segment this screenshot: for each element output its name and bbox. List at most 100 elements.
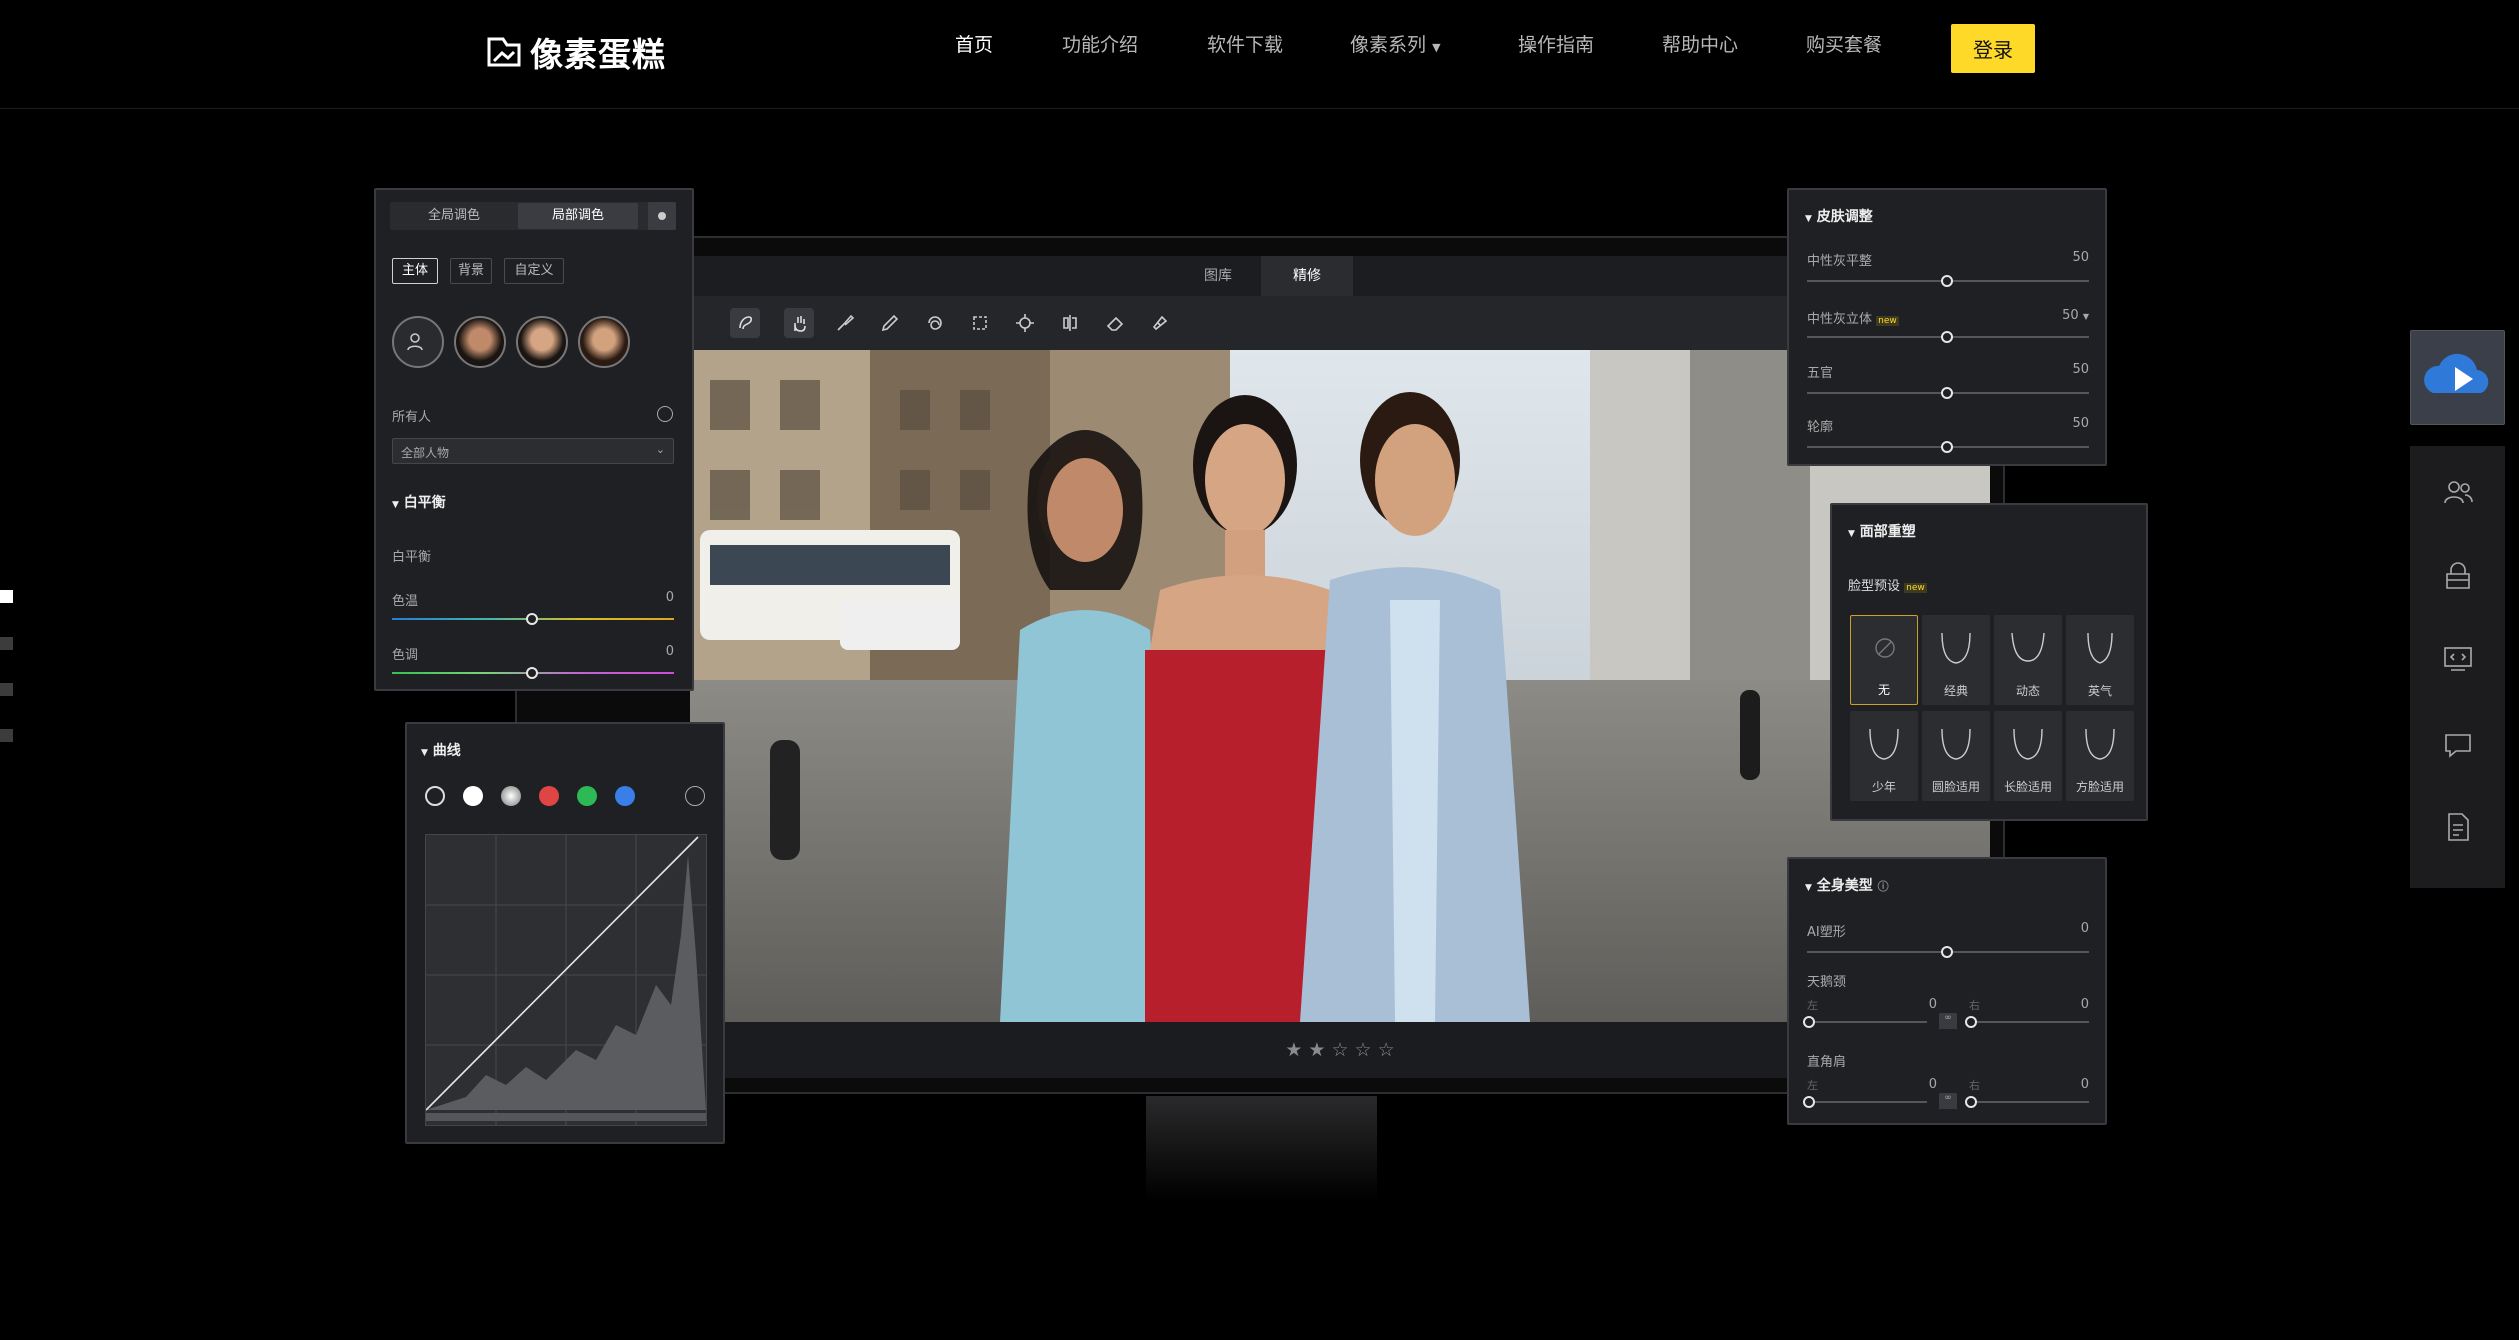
ai-shape-knob[interactable] [1941, 946, 1953, 958]
page-dot-2[interactable] [0, 637, 13, 650]
shoulder-right-knob[interactable] [1965, 1096, 1977, 1108]
users-icon[interactable] [2441, 476, 2475, 510]
lasso-tool-icon[interactable] [730, 308, 760, 338]
curve-title[interactable]: ▼ 曲线 [421, 740, 461, 760]
people-label: 所有人 [392, 410, 432, 425]
star-3[interactable]: ☆ [1331, 1039, 1348, 1061]
login-button[interactable]: 登录 [1951, 24, 2035, 73]
skin-title[interactable]: ▼ 皮肤调整 [1805, 206, 1873, 226]
curve-white-dot[interactable] [463, 786, 483, 806]
new-badge: new [1876, 316, 1899, 326]
skin-adjust-panel: ▼ 皮肤调整 中性灰平整 50 中性灰立体 new 50 ▼ 五官 50 轮廓 … [1787, 188, 2107, 466]
shoulder-left-knob[interactable] [1803, 1096, 1815, 1108]
skin-knob-3[interactable] [1941, 387, 1953, 399]
star-1[interactable]: ★ [1285, 1039, 1302, 1061]
shoulder-right-slider[interactable] [1969, 1101, 2089, 1103]
temp-slider-knob[interactable] [526, 613, 538, 625]
link-icon[interactable]: ∞ [1939, 1093, 1957, 1109]
curve-green-dot[interactable] [577, 786, 597, 806]
tint-slider-knob[interactable] [526, 667, 538, 679]
compare-tool-icon[interactable] [1055, 308, 1085, 338]
swan-right-slider[interactable] [1969, 1021, 2089, 1023]
refresh-icon[interactable] [657, 406, 673, 422]
page-dot-4[interactable] [0, 729, 13, 742]
patch-tool-icon[interactable] [1145, 308, 1175, 338]
skin-row-label-2: 中性灰立体 new [1807, 308, 1899, 327]
preset-heroic[interactable]: 英气 [2066, 615, 2134, 705]
preset-square-face[interactable]: 方脸适用 [2066, 711, 2134, 801]
swan-left-slider[interactable] [1807, 1021, 1927, 1023]
pen-tool-icon[interactable] [875, 308, 905, 338]
link-icon[interactable]: ∞ [1939, 1013, 1957, 1029]
preset-round-face[interactable]: 圆脸适用 [1922, 711, 1990, 801]
curve-title-text: 曲线 [432, 743, 461, 759]
document-icon[interactable] [2441, 810, 2475, 844]
skin-row-value-2[interactable]: 50 ▼ [2037, 308, 2089, 323]
brand-logo[interactable]: 像素蛋糕 [486, 28, 666, 76]
page-dot-3[interactable] [0, 683, 13, 696]
shop-icon[interactable] [2441, 560, 2475, 594]
shoulder-left-slider[interactable] [1807, 1101, 1927, 1103]
face-shape-icon [2085, 728, 2115, 760]
swan-left-knob[interactable] [1803, 1016, 1815, 1028]
nav-guide[interactable]: 操作指南 [1518, 30, 1594, 57]
people-select[interactable]: 全部人物 ⌄ [392, 438, 674, 464]
person-avatar-2[interactable] [516, 316, 568, 368]
wb-section-title[interactable]: ▼ 白平衡 [392, 492, 446, 512]
crop-tool-icon[interactable] [965, 308, 995, 338]
info-icon[interactable]: ⓘ [1878, 880, 1889, 893]
curve-all-channel-icon[interactable] [425, 786, 445, 806]
eraser-tool-icon[interactable] [1100, 308, 1130, 338]
tab-retouch[interactable]: 精修 [1261, 256, 1353, 296]
preset-long-face[interactable]: 长脸适用 [1994, 711, 2062, 801]
hand-tool-icon[interactable] [784, 308, 814, 338]
video-play-tile[interactable] [2410, 330, 2505, 425]
preset-round-face-label: 圆脸适用 [1931, 780, 1980, 794]
nav-series[interactable]: 像素系列 ▼ [1350, 30, 1441, 57]
skin-knob-2[interactable] [1941, 331, 1953, 343]
chevron-down-icon: ⌄ [655, 443, 665, 456]
curve-red-dot[interactable] [539, 786, 559, 806]
target-tool-icon[interactable] [1010, 308, 1040, 338]
preset-none[interactable]: 无 [1850, 615, 1918, 705]
swirl-tool-icon[interactable] [920, 308, 950, 338]
nav-help[interactable]: 帮助中心 [1662, 30, 1738, 57]
collapse-caret-icon: ▼ [392, 500, 399, 510]
curve-picker-icon[interactable] [685, 786, 705, 806]
curve-blue-dot[interactable] [615, 786, 635, 806]
page-dot-1[interactable] [0, 590, 13, 603]
tint-value: 0 [665, 644, 674, 659]
brush-tool-icon[interactable] [830, 308, 860, 338]
rail-menu [2410, 446, 2505, 888]
nav-home[interactable]: 首页 [955, 30, 993, 57]
face-title[interactable]: ▼ 面部重塑 [1848, 521, 1916, 541]
preset-classic[interactable]: 经典 [1922, 615, 1990, 705]
star-2[interactable]: ★ [1308, 1039, 1325, 1061]
nav-pricing[interactable]: 购买套餐 [1806, 30, 1882, 57]
curve-graph[interactable] [425, 834, 707, 1126]
body-title[interactable]: ▼ 全身美型 ⓘ [1805, 875, 1889, 895]
preset-dynamic[interactable]: 动态 [1994, 615, 2062, 705]
nav-download[interactable]: 软件下载 [1207, 30, 1283, 57]
person-avatar-3[interactable] [578, 316, 630, 368]
star-4[interactable]: ☆ [1355, 1039, 1372, 1061]
chip-subject[interactable]: 主体 [392, 258, 438, 284]
preset-long-face-label: 长脸适用 [2003, 780, 2052, 794]
tab-global-color[interactable]: 全局调色 [392, 203, 516, 229]
preset-youth[interactable]: 少年 [1850, 711, 1918, 801]
tab-local-color[interactable]: 局部调色 [518, 203, 638, 229]
chip-background[interactable]: 背景 [450, 258, 492, 284]
chat-icon[interactable] [2441, 728, 2475, 762]
tab-library[interactable]: 图库 [1180, 256, 1256, 296]
chip-custom[interactable]: 自定义 [504, 258, 564, 284]
sun-icon[interactable] [648, 202, 676, 230]
curve-gray-dot[interactable] [501, 786, 521, 806]
swan-right-knob[interactable] [1965, 1016, 1977, 1028]
star-5[interactable]: ☆ [1378, 1039, 1395, 1061]
person-avatar-1[interactable] [454, 316, 506, 368]
nav-features[interactable]: 功能介绍 [1062, 30, 1138, 57]
code-screen-icon[interactable] [2441, 642, 2475, 676]
skin-knob-4[interactable] [1941, 441, 1953, 453]
all-people-avatar[interactable] [392, 316, 444, 368]
skin-knob-1[interactable] [1941, 275, 1953, 287]
